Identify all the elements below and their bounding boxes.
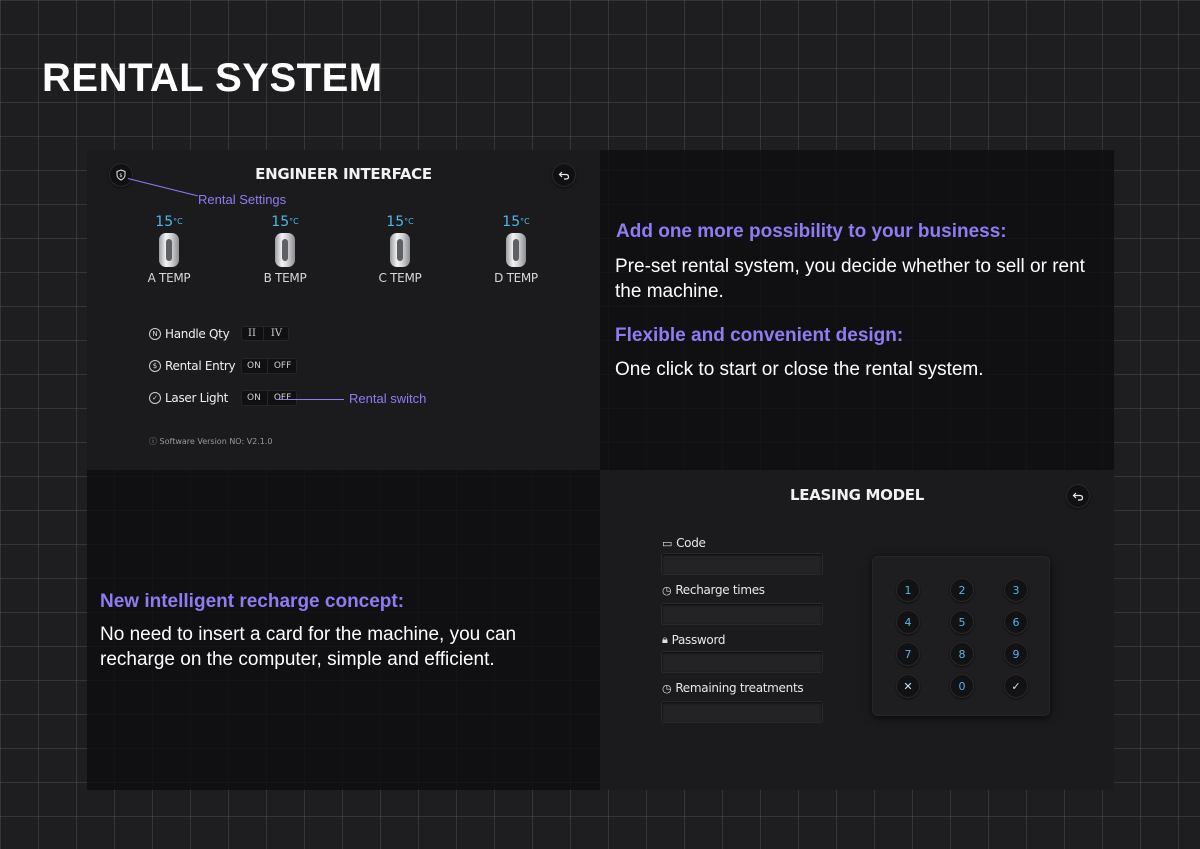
rental-entry-label: Rental Entry: [165, 359, 236, 373]
temp-a-value: 15°C: [155, 214, 183, 230]
key-3[interactable]: 3: [1004, 578, 1028, 602]
key-0[interactable]: 0: [950, 674, 974, 698]
handle-d-icon: [506, 233, 526, 267]
recharge-times-input[interactable]: [662, 604, 822, 624]
page-title: RENTAL SYSTEM: [42, 56, 383, 100]
engineer-interface-title: ENGINEER INTERFACE: [255, 165, 432, 183]
rental-switch-callout: Rental switch: [349, 391, 427, 406]
handle-qty-option-ii[interactable]: II: [241, 326, 264, 341]
key-9[interactable]: 9: [1004, 642, 1028, 666]
key-2[interactable]: 2: [950, 578, 974, 602]
handle-a-icon: [159, 233, 179, 267]
laser-light-row: ✓ Laser Light ON OFF: [149, 390, 298, 406]
temp-b[interactable]: 15°C B TEMP: [245, 214, 325, 285]
temp-a-label: A TEMP: [147, 271, 191, 285]
leasing-model-panel: LEASING MODEL ▭ Code ◷ Recharge times 🔒︎ Pa…: [600, 470, 1114, 790]
handle-qty-selector: II IV: [241, 326, 290, 341]
block3-heading: New intelligent recharge concept:: [100, 591, 405, 612]
block1-heading: Add one more possibility to your busines…: [616, 221, 1007, 242]
password-label: 🔒︎ Password: [662, 633, 726, 647]
temp-c[interactable]: 15°C C TEMP: [360, 214, 440, 285]
remaining-treatments-input[interactable]: [662, 702, 822, 722]
block2-heading: Flexible and convenient design:: [615, 325, 904, 346]
rental-entry-row: $ Rental Entry ON OFF: [149, 358, 298, 374]
software-version: ⓘ Software Version NO: V2.1.0: [149, 437, 273, 446]
rental-settings-callout: Rental Settings: [198, 192, 287, 207]
code-label-text: Code: [676, 536, 706, 550]
code-input[interactable]: [662, 554, 822, 574]
laser-light-label: Laser Light: [165, 391, 229, 405]
check-circle-icon: ✓: [149, 392, 161, 404]
clock-icon: ◷: [662, 583, 672, 597]
monitor-icon: ▭: [662, 536, 673, 550]
block3-text: No need to insert a card for the machine…: [100, 624, 517, 670]
software-version-text: Software Version NO: V2.1.0: [159, 437, 273, 446]
handle-qty-icon: N: [149, 327, 161, 340]
handle-qty-option-iv[interactable]: IV: [264, 326, 289, 341]
handle-qty-row: N Handle Qty II IV: [149, 326, 290, 341]
handle-b-icon: [275, 233, 295, 267]
key-8[interactable]: 8: [950, 642, 974, 666]
back-arrow-icon[interactable]: [1066, 484, 1090, 508]
handle-qty-label: Handle Qty: [165, 326, 230, 341]
clock-icon: ◷: [662, 681, 672, 695]
laser-light-toggle: ON OFF: [241, 390, 298, 406]
key-6[interactable]: 6: [1004, 610, 1028, 634]
laser-light-on-button[interactable]: ON: [241, 390, 268, 406]
key-4[interactable]: 4: [896, 610, 920, 634]
shield-icon: $: [149, 360, 161, 372]
engineer-interface-panel: ENGINEER INTERFACE $ 15°C A TEMP 15°C B …: [87, 150, 600, 470]
remaining-treatments-label-text: Remaining treatments: [675, 681, 804, 695]
info-panel-top: [600, 150, 1114, 470]
temp-d[interactable]: 15°C D TEMP: [476, 214, 556, 285]
key-clear[interactable]: ✕: [896, 674, 920, 698]
laser-light-off-button[interactable]: OFF: [268, 390, 297, 406]
leasing-model-title: LEASING MODEL: [790, 486, 924, 504]
block2-text: One click to start or close the rental s…: [615, 359, 984, 380]
rental-entry-off-button[interactable]: OFF: [268, 358, 297, 374]
temp-c-value: 15°C: [386, 214, 414, 230]
recharge-times-label-text: Recharge times: [675, 583, 765, 597]
rental-entry-toggle: ON OFF: [241, 358, 298, 374]
block1-text: Pre-set rental system, you decide whethe…: [615, 256, 1085, 302]
numeric-keypad: 1 2 3 4 5 6 7 8 9 ✕ 0 ✓: [872, 556, 1050, 716]
key-7[interactable]: 7: [896, 642, 920, 666]
rental-entry-on-button[interactable]: ON: [241, 358, 268, 374]
svg-text:$: $: [119, 173, 122, 179]
rental-switch-callout-line: [276, 399, 344, 400]
temp-b-label: B TEMP: [263, 271, 307, 285]
temp-b-value: 15°C: [271, 214, 299, 230]
key-1[interactable]: 1: [896, 578, 920, 602]
lock-icon: 🔒︎: [662, 633, 668, 646]
code-label: ▭ Code: [662, 536, 706, 550]
key-confirm[interactable]: ✓: [1004, 674, 1028, 698]
password-input[interactable]: [662, 652, 822, 672]
recharge-times-label: ◷ Recharge times: [662, 583, 765, 597]
temp-c-label: C TEMP: [378, 271, 422, 285]
key-5[interactable]: 5: [950, 610, 974, 634]
handle-c-icon: [390, 233, 410, 267]
remaining-treatments-label: ◷ Remaining treatments: [662, 681, 804, 695]
temp-d-label: D TEMP: [494, 271, 538, 285]
temp-d-value: 15°C: [502, 214, 530, 230]
password-label-text: Password: [671, 633, 726, 647]
rental-settings-icon[interactable]: $: [109, 163, 133, 187]
back-arrow-icon[interactable]: [552, 163, 576, 187]
temp-a[interactable]: 15°C A TEMP: [129, 214, 209, 285]
